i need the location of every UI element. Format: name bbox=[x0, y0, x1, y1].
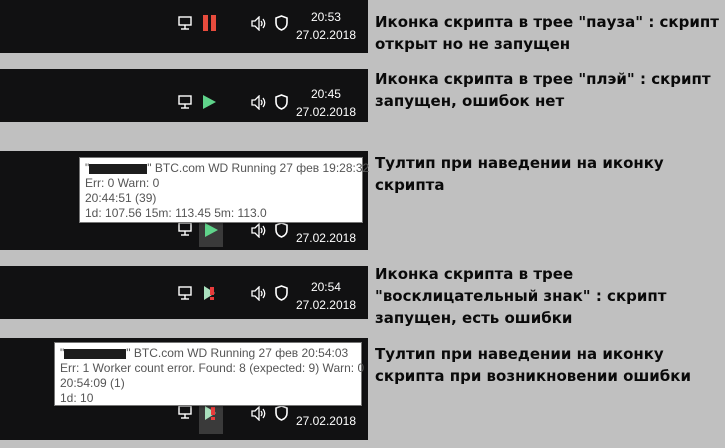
network-icon[interactable] bbox=[178, 405, 195, 420]
network-icon[interactable] bbox=[178, 16, 195, 31]
volume-icon[interactable] bbox=[250, 286, 268, 301]
shield-icon[interactable] bbox=[275, 285, 288, 301]
clock[interactable]: 20:53 27.02.2018 bbox=[296, 8, 356, 44]
taskbar-pause: 20:53 27.02.2018 bbox=[0, 0, 368, 53]
tooltip-title: " " BTC.com WD Running 27 фев 20:54:03 bbox=[60, 346, 349, 360]
clock[interactable]: 27.02.2018 bbox=[296, 412, 356, 430]
tooltip-hashrate: 1d: 107.56 15m: 113.45 5m: 113.0 bbox=[85, 206, 267, 220]
caption-play: Иконка скрипта в трее "плэй" : скрипт за… bbox=[375, 70, 711, 110]
tooltip-hashrate: 1d: 10 bbox=[60, 391, 94, 405]
clock-date: 27.02.2018 bbox=[295, 414, 356, 428]
clock-date: 27.02.2018 bbox=[295, 231, 356, 245]
taskbar-play: 20:45 27.02.2018 bbox=[0, 69, 368, 122]
volume-icon[interactable] bbox=[250, 95, 268, 110]
caption-pause: Иконка скрипта в трее "пауза" : скрипт о… bbox=[375, 13, 719, 53]
caption-exclaim: Иконка скрипта в трее "восклицательный з… bbox=[375, 265, 667, 327]
taskbar-exclaim: 20:54 27.02.2018 bbox=[0, 266, 368, 319]
clock[interactable]: 20:54 27.02.2018 bbox=[296, 278, 356, 314]
clock-time: 20:45 bbox=[310, 87, 341, 101]
network-icon[interactable] bbox=[178, 222, 195, 237]
tooltip-errors: Err: 1 Worker count error. Found: 8 (exp… bbox=[60, 361, 365, 375]
clock[interactable]: 20:45 27.02.2018 bbox=[296, 85, 356, 121]
exclamation-icon[interactable] bbox=[203, 285, 218, 301]
clock[interactable]: 27.02.2018 bbox=[296, 229, 356, 247]
exclamation-icon[interactable] bbox=[204, 405, 219, 421]
shield-icon[interactable] bbox=[275, 94, 288, 110]
network-icon[interactable] bbox=[178, 286, 195, 301]
shield-icon[interactable] bbox=[275, 222, 288, 238]
play-icon[interactable] bbox=[204, 222, 219, 238]
tooltip-last-update: 20:54:09 (1) bbox=[60, 376, 125, 390]
clock-date: 27.02.2018 bbox=[295, 298, 356, 312]
shield-icon[interactable] bbox=[275, 15, 288, 31]
clock-date: 27.02.2018 bbox=[295, 28, 356, 42]
volume-icon[interactable] bbox=[250, 223, 268, 238]
redacted-name bbox=[89, 163, 148, 174]
play-icon[interactable] bbox=[202, 94, 217, 110]
clock-time: 20:53 bbox=[310, 10, 341, 24]
tooltip-last-update: 20:44:51 (39) bbox=[85, 191, 157, 205]
redacted-name bbox=[64, 348, 127, 359]
caption-tooltip-err: Тултип при наведении на иконку скрипта п… bbox=[375, 345, 691, 385]
clock-date: 27.02.2018 bbox=[295, 105, 356, 119]
clock-time: 20:54 bbox=[310, 280, 341, 294]
network-icon[interactable] bbox=[178, 95, 195, 110]
tooltip-errors: Err: 0 Warn: 0 bbox=[85, 176, 160, 190]
pause-icon[interactable] bbox=[202, 15, 217, 31]
tooltip-title: " " BTC.com WD Running 27 фев 19:28:32 bbox=[85, 161, 370, 175]
volume-icon[interactable] bbox=[250, 406, 268, 421]
caption-tooltip-ok: Тултип при наведении на иконку скрипта bbox=[375, 154, 664, 194]
script-tooltip: " " BTC.com WD Running 27 фев 19:28:32 Er… bbox=[79, 157, 370, 223]
script-tooltip-error: " " BTC.com WD Running 27 фев 20:54:03 Er… bbox=[54, 342, 365, 406]
volume-icon[interactable] bbox=[250, 16, 268, 31]
shield-icon[interactable] bbox=[275, 405, 288, 421]
